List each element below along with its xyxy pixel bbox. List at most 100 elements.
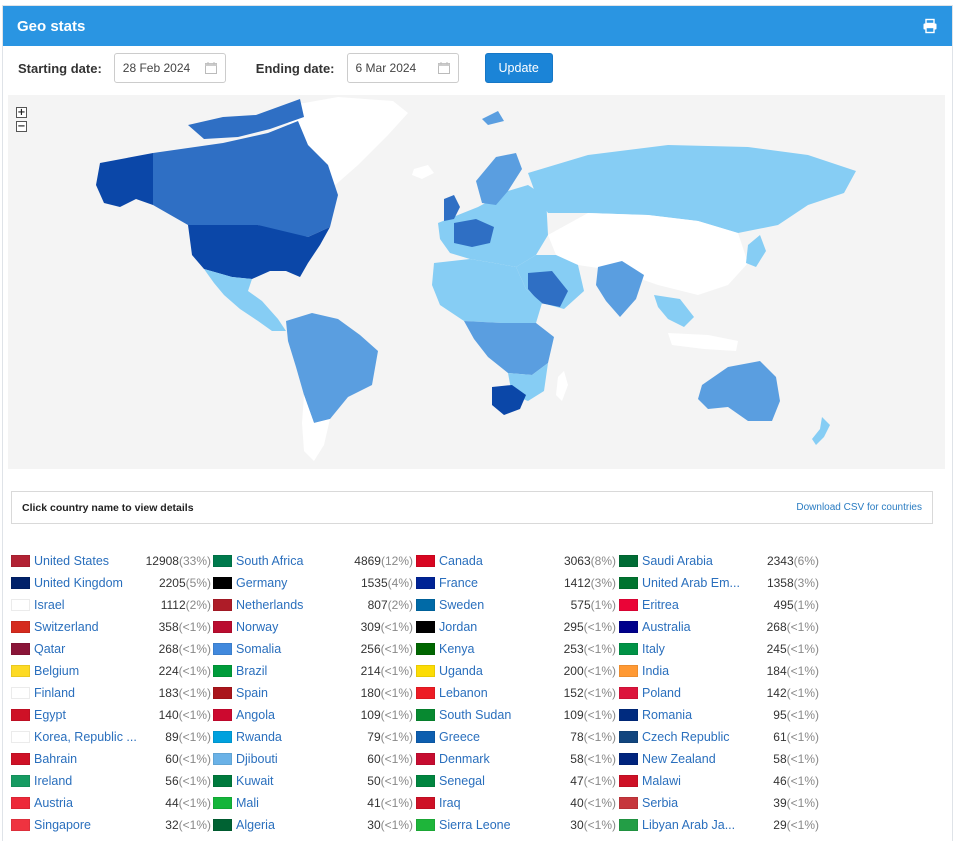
country-name-link[interactable]: United Arab Em... — [642, 576, 751, 590]
panel-header: Geo stats — [3, 6, 952, 46]
country-count: 109 — [563, 708, 584, 722]
country-name-link[interactable]: Australia — [642, 620, 746, 634]
map-new-zealand[interactable] — [812, 417, 830, 445]
flag-icon — [11, 731, 30, 743]
map-japan[interactable] — [746, 235, 766, 267]
world-map[interactable]: + − — [8, 95, 945, 469]
country-name-link[interactable]: Kuwait — [236, 774, 340, 788]
country-name-link[interactable]: Serbia — [642, 796, 746, 810]
map-svalbard[interactable] — [482, 111, 504, 125]
flag-icon — [213, 555, 232, 567]
country-name-link[interactable]: Czech Republic — [642, 730, 746, 744]
country-name-link[interactable]: Angola — [236, 708, 340, 722]
country-name-link[interactable]: Austria — [34, 796, 138, 810]
country-row: Finland 183 (<1%) — [11, 682, 211, 704]
country-name-link[interactable]: South Sudan — [439, 708, 543, 722]
flag-icon — [416, 775, 435, 787]
country-name-link[interactable]: Somalia — [236, 642, 340, 656]
country-name-link[interactable]: Switzerland — [34, 620, 138, 634]
country-name-link[interactable]: Belgium — [34, 664, 138, 678]
country-name-link[interactable]: Malawi — [642, 774, 746, 788]
country-name-link[interactable]: Eritrea — [642, 598, 751, 612]
country-count: 1358 — [766, 576, 794, 590]
print-icon[interactable] — [922, 18, 938, 34]
country-percent: (<1%) — [178, 774, 211, 788]
country-name-link[interactable]: Germany — [236, 576, 345, 590]
country-count: 214 — [360, 664, 381, 678]
country-name-link[interactable]: Korea, Republic ... — [34, 730, 138, 744]
country-name-link[interactable]: India — [642, 664, 746, 678]
country-name-link[interactable]: Israel — [34, 598, 143, 612]
country-name-link[interactable]: Poland — [642, 686, 746, 700]
country-name-link[interactable]: Libyan Arab Ja... — [642, 818, 746, 832]
zoom-out-button[interactable]: − — [16, 121, 27, 132]
map-central-africa[interactable] — [464, 321, 554, 375]
country-name-link[interactable]: Italy — [642, 642, 746, 656]
country-name-link[interactable]: Qatar — [34, 642, 138, 656]
country-row: Switzerland 358 (<1%) — [11, 616, 211, 638]
country-percent: (2%) — [387, 598, 413, 612]
country-count: 4869 — [354, 554, 381, 568]
country-percent: (<1%) — [380, 620, 413, 634]
country-name-link[interactable]: Saudi Arabia — [642, 554, 751, 568]
country-name-link[interactable]: Singapore — [34, 818, 138, 832]
map-indonesia[interactable] — [668, 333, 738, 351]
country-name-link[interactable]: Kenya — [439, 642, 543, 656]
country-name-link[interactable]: Brazil — [236, 664, 340, 678]
country-name-link[interactable]: Iraq — [439, 796, 543, 810]
country-name-link[interactable]: Netherlands — [236, 598, 345, 612]
flag-icon — [11, 621, 30, 633]
country-count: 58 — [570, 752, 584, 766]
country-name-link[interactable]: Romania — [642, 708, 746, 722]
country-count: 358 — [158, 620, 179, 634]
update-button[interactable]: Update — [484, 53, 553, 83]
country-name-link[interactable]: Uganda — [439, 664, 543, 678]
country-percent: (<1%) — [178, 708, 211, 722]
flag-icon — [416, 599, 435, 611]
country-count: 109 — [360, 708, 381, 722]
country-name-link[interactable]: France — [439, 576, 548, 590]
country-row: Mali 41 (<1%) — [213, 792, 413, 814]
country-name-link[interactable]: Djibouti — [236, 752, 340, 766]
country-row: Djibouti 60 (<1%) — [213, 748, 413, 770]
country-name-link[interactable]: Senegal — [439, 774, 543, 788]
country-name-link[interactable]: New Zealand — [642, 752, 746, 766]
flag-icon — [619, 819, 638, 831]
country-name-link[interactable]: Greece — [439, 730, 543, 744]
country-row: Australia 268 (<1%) — [619, 616, 819, 638]
download-csv-link[interactable]: Download CSV for countries — [796, 502, 922, 513]
flag-icon — [619, 709, 638, 721]
country-name-link[interactable]: United States — [34, 554, 138, 568]
country-name-link[interactable]: Lebanon — [439, 686, 543, 700]
country-name-link[interactable]: Ireland — [34, 774, 138, 788]
country-name-link[interactable]: Jordan — [439, 620, 543, 634]
map-alaska[interactable] — [96, 153, 153, 207]
country-name-link[interactable]: Algeria — [236, 818, 340, 832]
country-name-link[interactable]: Finland — [34, 686, 138, 700]
country-name-link[interactable]: Egypt — [34, 708, 138, 722]
country-name-link[interactable]: Norway — [236, 620, 340, 634]
zoom-in-button[interactable]: + — [16, 107, 27, 118]
country-name-link[interactable]: Mali — [236, 796, 340, 810]
map-australia[interactable] — [698, 361, 780, 421]
country-name-link[interactable]: South Africa — [236, 554, 340, 568]
country-name-link[interactable]: Spain — [236, 686, 340, 700]
country-name-link[interactable]: United Kingdom — [34, 576, 143, 590]
map-southeast-asia[interactable] — [654, 295, 694, 327]
country-name-link[interactable]: Bahrain — [34, 752, 138, 766]
country-name-link[interactable]: Canada — [439, 554, 548, 568]
country-name-link[interactable]: Sweden — [439, 598, 548, 612]
country-name-link[interactable]: Denmark — [439, 752, 543, 766]
country-name-link[interactable]: Rwanda — [236, 730, 340, 744]
start-date-field[interactable]: 28 Feb 2024 — [113, 53, 226, 83]
map-madagascar[interactable] — [556, 371, 568, 401]
country-count: 200 — [563, 664, 584, 678]
map-south-america[interactable] — [286, 313, 378, 423]
country-name-link[interactable]: Sierra Leone — [439, 818, 543, 832]
country-row: Rwanda 79 (<1%) — [213, 726, 413, 748]
map-iceland[interactable] — [412, 165, 434, 179]
flag-icon — [213, 665, 232, 677]
end-date-field[interactable]: 6 Mar 2024 — [346, 53, 459, 83]
flag-icon — [213, 577, 232, 589]
country-count: 61 — [773, 730, 787, 744]
